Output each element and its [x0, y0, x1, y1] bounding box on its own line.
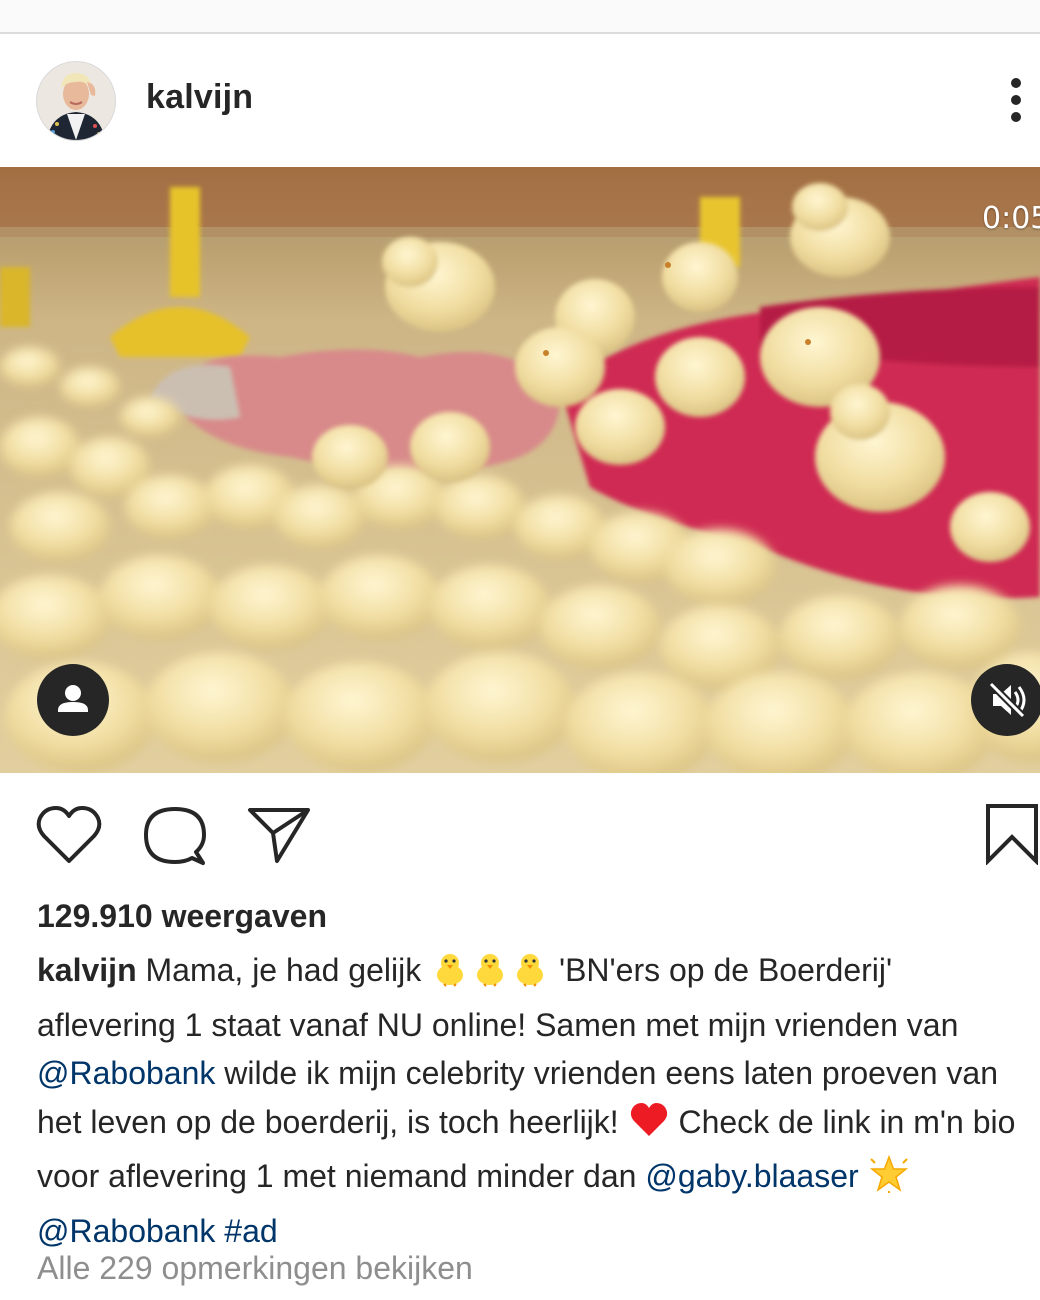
view-count: 129.910 weergaven	[37, 898, 327, 934]
red-heart-emoji	[629, 1101, 669, 1153]
mention-link[interactable]: @gaby.blaaser	[645, 1158, 858, 1194]
avatar-image	[37, 62, 115, 140]
post-actions	[0, 775, 1040, 885]
caption-text: Mama, je had gelijk	[145, 952, 422, 988]
baby-chick-emoji	[511, 949, 549, 1001]
heart-icon[interactable]	[36, 805, 102, 870]
caption-username[interactable]: kalvijn	[37, 952, 137, 988]
view-all-comments-link[interactable]: Alle 229 opmerkingen bekijken	[37, 1250, 473, 1287]
post-video[interactable]: 0:05	[0, 167, 1040, 773]
post-username[interactable]: kalvijn	[146, 78, 253, 117]
avatar[interactable]	[37, 62, 115, 140]
user-tag-icon[interactable]	[37, 664, 109, 736]
video-frame	[0, 167, 1040, 773]
hashtag-link[interactable]: #ad	[224, 1213, 277, 1249]
glowing-star-emoji	[869, 1154, 909, 1207]
speaker-muted-icon[interactable]	[971, 664, 1040, 736]
mention-link[interactable]: @Rabobank	[37, 1213, 215, 1249]
video-timer: 0:05	[982, 201, 1040, 236]
more-vertical-icon[interactable]	[998, 74, 1034, 126]
post-caption: kalvijn Mama, je had gelijk 'BN'ers op d…	[37, 946, 1032, 1255]
status-bar	[0, 0, 1040, 34]
bookmark-icon[interactable]	[984, 803, 1040, 870]
baby-chick-emoji	[431, 949, 469, 1001]
send-icon[interactable]	[246, 805, 312, 870]
mention-link[interactable]: @Rabobank	[37, 1055, 215, 1091]
baby-chick-emoji	[471, 949, 509, 1001]
post-header: kalvijn	[0, 34, 1040, 166]
comment-icon[interactable]	[143, 805, 207, 872]
